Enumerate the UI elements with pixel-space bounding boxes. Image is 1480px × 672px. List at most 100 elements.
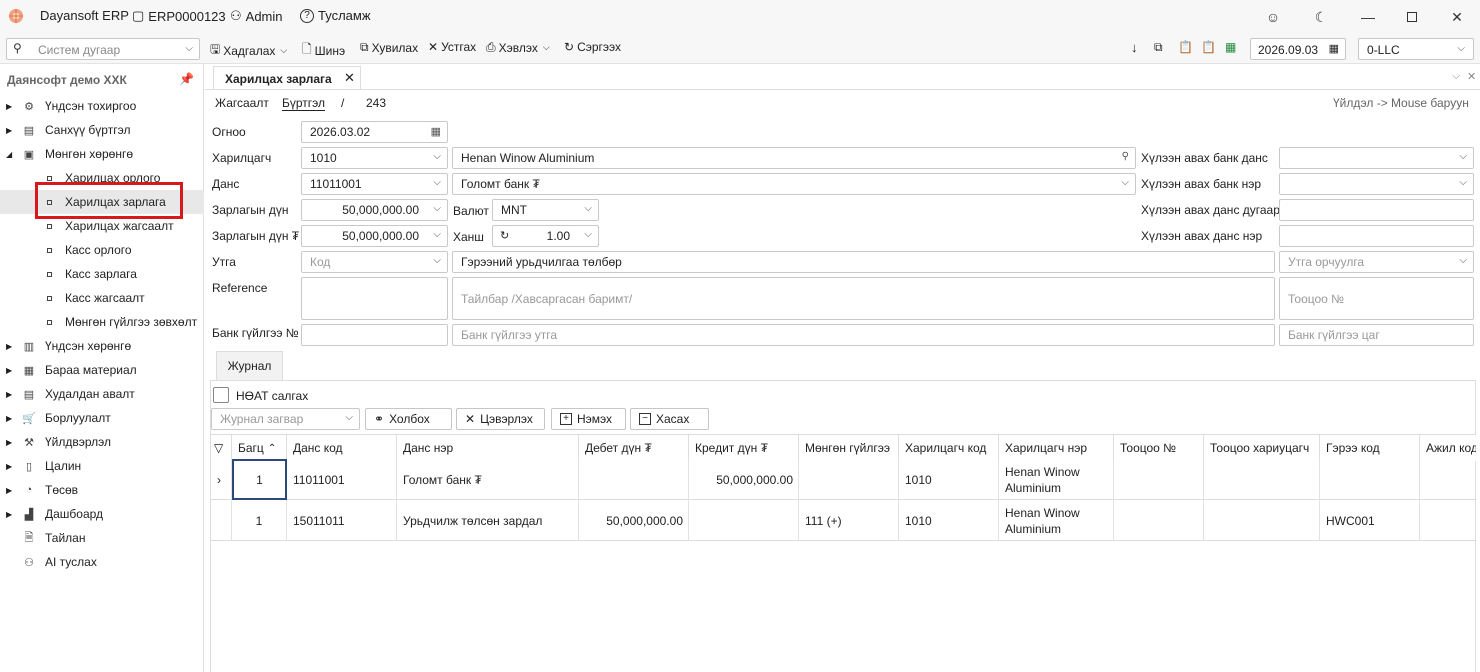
sidebar-item-settings[interactable]: ▶ ⚙ Үндсэн тохиргоо <box>0 94 204 118</box>
journal-template-select[interactable]: Журнал загвар ⌵ <box>211 408 360 430</box>
user-menu[interactable]: ⚇ Admin <box>230 8 283 24</box>
help-button[interactable]: ? Тусламж <box>300 8 371 23</box>
close-window-button[interactable]: ✕ <box>1446 6 1468 28</box>
cell-contract[interactable] <box>1320 459 1420 500</box>
database-selector[interactable]: ▢ ERP0000123 <box>132 8 226 24</box>
purpose-code-field[interactable]: Код ⌵ <box>301 251 448 273</box>
recv-bank-account-select[interactable]: ⌵ <box>1279 147 1474 169</box>
cell-partner-code[interactable]: 1010 <box>899 459 999 500</box>
tab-journal[interactable]: Журнал <box>216 351 283 380</box>
cell-debit[interactable] <box>579 459 689 500</box>
column-job-code[interactable]: Ажил код <box>1420 435 1476 461</box>
sidebar-item-sales[interactable]: ▶ 🛒 Борлуулалт <box>0 406 204 430</box>
cell-calc-no[interactable] <box>1114 459 1204 500</box>
print-button[interactable]: ⎙ Хэвлэх ⌵ <box>486 40 550 55</box>
cell-credit[interactable]: 50,000,000.00 <box>689 459 799 500</box>
sidebar-item-payroll[interactable]: ▶ ▯ Цалин <box>0 454 204 478</box>
filter-icon[interactable]: ▽ <box>211 435 232 461</box>
sidebar-item-cash[interactable]: ◢ ▣ Мөнгөн хөрөнгө <box>0 142 204 166</box>
clear-button[interactable]: ✕ Цэвэрлэх <box>456 408 545 430</box>
new-button[interactable]: 🗋 Шинэ <box>302 40 345 61</box>
purpose-text-field[interactable]: Гэрээний урьдчилгаа төлбөр <box>452 251 1275 273</box>
cell-partner-code[interactable]: 1010 <box>899 500 999 541</box>
sidebar-item-ai-assistant[interactable]: ⚇ AI туслах <box>0 550 204 574</box>
cell-account-name[interactable]: Урьдчилж төлсөн зардал <box>397 500 579 541</box>
sidebar-item-finance[interactable]: ▶ ▤ Санхүү бүртгэл <box>0 118 204 142</box>
bank-tx-time-field[interactable]: Банк гүйлгээ цаг <box>1279 324 1474 346</box>
vat-checkbox[interactable] <box>213 387 229 403</box>
cell-batch[interactable]: 1 <box>232 459 287 500</box>
amount-mnt-field[interactable]: 50,000,000.00 ⌵ <box>301 225 448 247</box>
cell-job-code[interactable] <box>1420 459 1476 500</box>
tab-bank-expense[interactable]: Харилцах зарлага ✕ <box>213 66 361 90</box>
sidebar-item-fixed-assets[interactable]: ▶ ▥ Үндсэн хөрөнгө <box>0 334 204 358</box>
column-account-code[interactable]: Данс код <box>287 435 397 461</box>
sidebar-subitem-cash-transfer[interactable]: Мөнгөн гүйлгээ зөвхөлт <box>0 310 204 334</box>
account-name-field[interactable]: Голомт банк ₮ ⌵ <box>452 173 1136 195</box>
note-field[interactable]: Тайлбар /Хавсаргасан баримт/ <box>452 277 1275 320</box>
column-partner-code[interactable]: Харилцагч код <box>899 435 999 461</box>
column-account-name[interactable]: Данс нэр <box>397 435 579 461</box>
dark-mode-icon[interactable]: ☾ <box>1310 6 1332 28</box>
clipboard-icon[interactable]: 📋 <box>1178 40 1193 54</box>
pin-icon[interactable]: 📌 <box>179 72 194 86</box>
calc-no-field[interactable]: Тооцоо № <box>1279 277 1474 320</box>
partner-name-field[interactable]: Henan Winow Aluminium ⚲ <box>452 147 1136 169</box>
bank-tx-no-field[interactable] <box>301 324 448 346</box>
save-button[interactable]: 🖫 Хадгалах ⌵ <box>210 40 287 61</box>
sidebar-item-reports[interactable]: 🗎 Тайлан <box>0 526 204 550</box>
chevron-down-icon[interactable]: ⌵ <box>1452 70 1460 83</box>
sidebar-subitem-cash-expense[interactable]: Касс зарлага <box>0 262 204 286</box>
company-selector[interactable]: 0-LLC ⌵ <box>1358 38 1474 60</box>
cell-partner-name[interactable]: Henan Winow Aluminium <box>999 459 1114 500</box>
documents-icon[interactable]: ⧉ <box>1154 40 1163 55</box>
cell-calc-resp[interactable] <box>1204 459 1320 500</box>
bank-tx-text-field[interactable]: Банк гүйлгээ утга <box>452 324 1275 346</box>
cell-cashflow[interactable]: 111 (+) <box>799 500 899 541</box>
sidebar-item-purchase[interactable]: ▶ ▤ Худалдан авалт <box>0 382 204 406</box>
cell-calc-no[interactable] <box>1114 500 1204 541</box>
date-field[interactable]: 2026.03.02 ▦ <box>301 121 448 143</box>
refresh-button[interactable]: ↻ Сэргээх <box>564 40 621 54</box>
cell-partner-name[interactable]: Henan Winow Aluminium <box>999 500 1114 541</box>
cell-credit[interactable] <box>689 500 799 541</box>
column-cashflow[interactable]: Мөнгөн гүйлгээ <box>799 435 899 461</box>
sidebar-item-inventory[interactable]: ▶ ▦ Бараа материал <box>0 358 204 382</box>
rate-field[interactable]: ↻ 1.00 ⌵ <box>492 225 599 247</box>
work-date-picker[interactable]: 2026.09.03 ▦ <box>1250 38 1346 60</box>
sidebar-item-production[interactable]: ▶ ⚒ Үйлдвэрлэл <box>0 430 204 454</box>
cell-job-code[interactable] <box>1420 500 1476 541</box>
table-row[interactable]: 1 15011011 Урьдчилж төлсөн зардал 50,000… <box>211 500 1476 541</box>
sidebar-item-budget[interactable]: ▶ ◔ Төсөв <box>0 478 204 502</box>
cell-calc-resp[interactable] <box>1204 500 1320 541</box>
refresh-rate-icon[interactable]: ↻ <box>500 229 509 242</box>
delete-button[interactable]: ✕ Устгах <box>428 40 476 54</box>
recv-account-name-field[interactable] <box>1279 225 1474 247</box>
excel-icon[interactable]: ▦ <box>1225 40 1236 54</box>
close-icon[interactable]: ✕ <box>1467 70 1476 83</box>
sidebar-subitem-cash-income[interactable]: Касс орлого <box>0 238 204 262</box>
close-tab-icon[interactable]: ✕ <box>344 70 355 86</box>
column-partner-name[interactable]: Харилцагч нэр <box>999 435 1114 461</box>
recv-account-no-field[interactable] <box>1279 199 1474 221</box>
sidebar-item-dashboard[interactable]: ▶ ▟ Дашбоард <box>0 502 204 526</box>
minimize-button[interactable]: — <box>1357 6 1379 28</box>
purpose-translation-field[interactable]: Утга орчуулга ⌵ <box>1279 251 1474 273</box>
reference-field[interactable] <box>301 277 448 320</box>
support-agent-icon[interactable]: ☺ <box>1262 6 1284 28</box>
download-icon[interactable]: ↓ <box>1131 40 1138 55</box>
breadcrumb-list[interactable]: Жагсаалт <box>215 96 269 110</box>
account-code-field[interactable]: 11011001 ⌵ <box>301 173 448 195</box>
column-contract[interactable]: Гэрээ код <box>1320 435 1420 461</box>
partner-code-field[interactable]: 1010 ⌵ <box>301 147 448 169</box>
cell-account-name[interactable]: Голомт банк ₮ <box>397 459 579 500</box>
column-calc-resp[interactable]: Тооцоо хариуцагч <box>1204 435 1320 461</box>
system-number-search[interactable]: ⚲ Систем дугаар ⌵ <box>6 38 200 60</box>
breadcrumb-register[interactable]: Бүртгэл <box>282 96 326 111</box>
remove-row-button[interactable]: − Хасах <box>630 408 709 430</box>
column-debit[interactable]: Дебет дүн ₮ <box>579 435 689 461</box>
clipboard-list-icon[interactable]: 📋 <box>1201 40 1216 54</box>
cell-batch[interactable]: 1 <box>232 500 287 541</box>
link-button[interactable]: ⚭ Холбох <box>365 408 452 430</box>
copy-button[interactable]: ⧉ Хувилах <box>360 40 418 55</box>
